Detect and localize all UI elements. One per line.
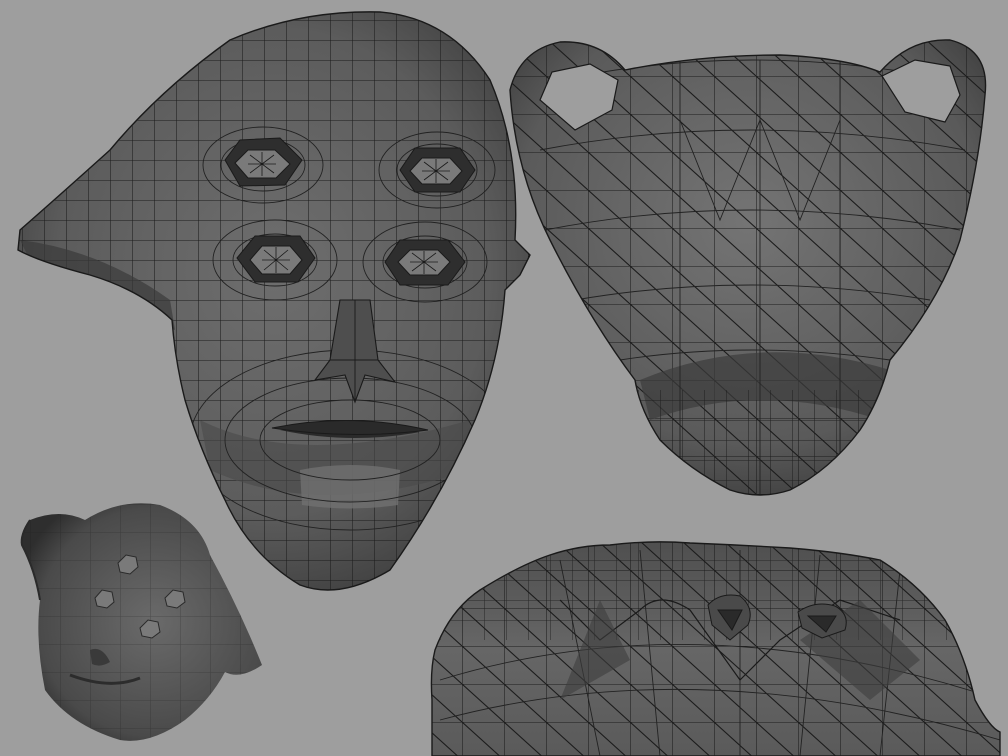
smoothed-three-quarter-view xyxy=(20,503,262,741)
bottom-closeup-view xyxy=(430,541,1001,756)
eye-socket-upper-right xyxy=(399,147,476,193)
eye-socket-lower-right xyxy=(384,239,466,286)
top-view xyxy=(509,39,987,496)
viewport xyxy=(17,11,1001,756)
